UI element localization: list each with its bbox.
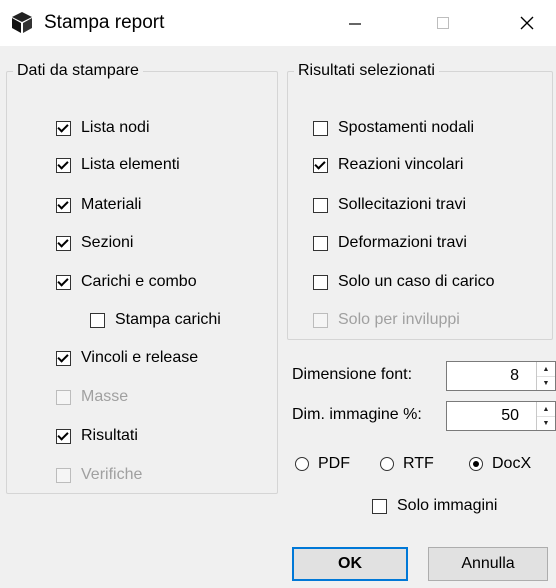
- checkbox-box: [56, 389, 71, 405]
- radio-rtf[interactable]: RTF: [380, 455, 434, 473]
- font-size-label: Dimensione font:: [292, 366, 413, 383]
- spinner-arrows[interactable]: ▲ ▼: [536, 362, 555, 390]
- arrow-up-icon[interactable]: ▲: [537, 402, 555, 417]
- image-size-value[interactable]: 50: [501, 407, 519, 425]
- checkbox-box[interactable]: [56, 350, 71, 366]
- checkbox-box[interactable]: [313, 235, 328, 251]
- checkbox-sezioni[interactable]: Sezioni: [56, 234, 133, 252]
- spinner-arrows[interactable]: ▲ ▼: [536, 402, 555, 430]
- checkbox-box[interactable]: [56, 274, 71, 290]
- checkbox-box[interactable]: [90, 312, 105, 328]
- image-size-spinner[interactable]: 50 ▲ ▼: [446, 401, 556, 431]
- checkbox-risultati[interactable]: Risultati: [56, 427, 138, 445]
- checkbox-lista-elementi[interactable]: Lista elementi: [56, 156, 180, 174]
- arrow-up-icon[interactable]: ▲: [537, 362, 555, 377]
- checkbox-box[interactable]: [313, 120, 328, 136]
- checkbox-label: Verifiche: [81, 466, 143, 483]
- checkbox-reazioni-vincolari[interactable]: Reazioni vincolari: [313, 156, 463, 174]
- title-bar[interactable]: Stampa report: [0, 0, 556, 46]
- radio-label: DocX: [492, 455, 532, 472]
- checkbox-box[interactable]: [313, 157, 328, 173]
- arrow-down-icon[interactable]: ▼: [537, 376, 555, 390]
- checkbox-spostamenti-nodali[interactable]: Spostamenti nodali: [313, 119, 474, 137]
- checkbox-carichi-e-combo[interactable]: Carichi e combo: [56, 273, 197, 291]
- checkbox-box: [56, 467, 71, 483]
- selected-results-legend: Risultati selezionati: [298, 62, 435, 79]
- checkbox-box[interactable]: [313, 197, 328, 213]
- checkbox-box[interactable]: [313, 274, 328, 290]
- checkbox-label: Solo un caso di carico: [338, 273, 495, 290]
- checkbox-label: Stampa carichi: [115, 311, 221, 328]
- cube-icon: [12, 12, 32, 33]
- checkbox-label: Spostamenti nodali: [338, 119, 475, 136]
- image-size-label: Dim. immagine %:: [292, 406, 422, 423]
- checkbox-box[interactable]: [56, 157, 71, 173]
- maximize-button[interactable]: [414, 0, 472, 46]
- checkbox-materiali[interactable]: Materiali: [56, 196, 141, 214]
- checkbox-box: [313, 312, 328, 328]
- window-title: Stampa report: [44, 12, 165, 33]
- checkbox-solo-un-caso-di-carico[interactable]: Solo un caso di carico: [313, 273, 495, 291]
- checkbox-label: Vincoli e release: [81, 349, 199, 366]
- checkbox-box[interactable]: [56, 235, 71, 251]
- checkbox-stampa-carichi[interactable]: Stampa carichi: [90, 311, 221, 329]
- font-size-spinner[interactable]: 8 ▲ ▼: [446, 361, 556, 391]
- radio-circle[interactable]: [295, 457, 309, 471]
- checkbox-deformazioni-travi[interactable]: Deformazioni travi: [313, 234, 467, 252]
- radio-docx[interactable]: DocX: [469, 455, 531, 473]
- checkbox-box[interactable]: [56, 120, 71, 136]
- checkbox-verifiche: Verifiche: [56, 466, 142, 484]
- minimize-button[interactable]: [326, 0, 384, 46]
- checkbox-label: Materiali: [81, 196, 142, 213]
- arrow-down-icon[interactable]: ▼: [537, 416, 555, 430]
- checkbox-solo-per-inviluppi: Solo per inviluppi: [313, 311, 460, 329]
- checkbox-masse: Masse: [56, 388, 128, 406]
- checkbox-label: Solo per inviluppi: [338, 311, 460, 328]
- checkbox-lista-nodi[interactable]: Lista nodi: [56, 119, 150, 137]
- checkbox-label: Reazioni vincolari: [338, 156, 464, 173]
- font-size-value[interactable]: 8: [510, 367, 519, 385]
- checkbox-label: Carichi e combo: [81, 273, 197, 290]
- checkbox-solo-immagini[interactable]: Solo immagini: [372, 497, 497, 515]
- ok-button[interactable]: OK: [292, 547, 408, 581]
- checkbox-box[interactable]: [372, 498, 387, 514]
- minimize-icon: [349, 23, 361, 25]
- cancel-button[interactable]: Annulla: [428, 547, 548, 581]
- radio-pdf[interactable]: PDF: [295, 455, 350, 473]
- checkbox-label: Masse: [81, 388, 129, 405]
- checkbox-label: Solo immagini: [397, 497, 498, 514]
- close-button[interactable]: [498, 0, 556, 46]
- radio-label: RTF: [403, 455, 434, 472]
- radio-label: PDF: [318, 455, 350, 472]
- print-report-dialog: Stampa report Dati da stampare Lista nod…: [0, 0, 556, 588]
- checkbox-box[interactable]: [56, 197, 71, 213]
- checkbox-label: Sollecitazioni travi: [338, 196, 467, 213]
- maximize-icon: [437, 17, 449, 29]
- checkbox-box[interactable]: [56, 428, 71, 444]
- checkbox-label: Risultati: [81, 427, 138, 444]
- checkbox-sollecitazioni-travi[interactable]: Sollecitazioni travi: [313, 196, 466, 214]
- checkbox-label: Deformazioni travi: [338, 234, 467, 251]
- close-icon: [520, 16, 534, 30]
- radio-circle[interactable]: [380, 457, 394, 471]
- print-data-legend: Dati da stampare: [17, 62, 139, 79]
- radio-circle[interactable]: [469, 457, 483, 471]
- checkbox-vincoli-e-release[interactable]: Vincoli e release: [56, 349, 198, 367]
- checkbox-label: Lista nodi: [81, 119, 150, 136]
- checkbox-label: Sezioni: [81, 234, 134, 251]
- checkbox-label: Lista elementi: [81, 156, 180, 173]
